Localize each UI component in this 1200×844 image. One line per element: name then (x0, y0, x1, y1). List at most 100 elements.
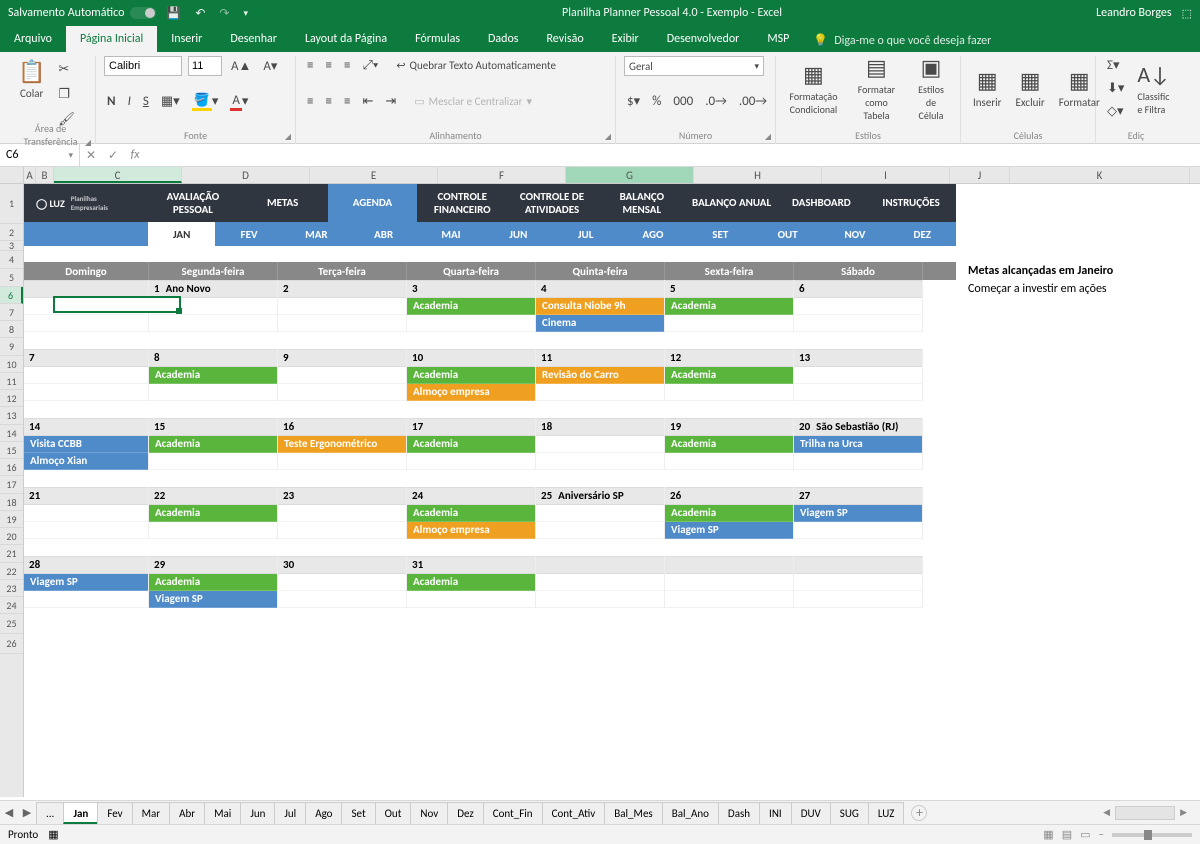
menu-developer[interactable]: Desenvolvedor (653, 26, 754, 52)
month-nov[interactable]: NOV (821, 222, 888, 246)
enter-formula-icon[interactable]: ✓ (102, 148, 124, 163)
day-cell[interactable] (24, 280, 149, 332)
delete-cells-button[interactable]: ▦Excluir (1012, 65, 1049, 111)
sheet-tab-jan[interactable]: Jan (63, 802, 98, 824)
day-cell[interactable]: 29AcademiaViagem SP (149, 556, 278, 608)
day-cell[interactable]: 1Ano Novo (149, 280, 278, 332)
tab-scroll-right-icon[interactable]: ▶ (18, 806, 36, 819)
event[interactable]: Academia (665, 298, 793, 315)
orientation-icon[interactable]: ⤢▾ (359, 56, 381, 75)
save-icon[interactable]: 💾 (166, 6, 181, 21)
sheet-tab-bal_mes[interactable]: Bal_Mes (604, 802, 662, 824)
formula-input[interactable] (146, 146, 1200, 164)
month-dez[interactable]: DEZ (889, 222, 956, 246)
border-button[interactable]: ▦▾ (158, 92, 183, 111)
day-cell[interactable] (536, 556, 665, 608)
event[interactable]: Viagem SP (794, 505, 922, 522)
nav-dashboard[interactable]: DASHBOARD (776, 184, 866, 222)
align-bottom-icon[interactable]: ≡ (341, 56, 353, 75)
row-header-6[interactable]: 6 (0, 287, 23, 304)
align-top-icon[interactable]: ≡ (304, 56, 316, 75)
row-header-17[interactable]: 17 (0, 476, 23, 494)
day-cell[interactable]: 30 (278, 556, 407, 608)
day-cell[interactable]: 11Revisão do Carro (536, 349, 665, 401)
row-header-1[interactable]: 1 (0, 184, 23, 224)
row-header-21[interactable]: 21 (0, 545, 23, 563)
zoom-slider[interactable] (1112, 833, 1192, 837)
row-header-11[interactable]: 11 (0, 373, 23, 390)
hscroll-right-icon[interactable]: ▶ (1177, 807, 1190, 818)
bold-button[interactable]: N (104, 92, 119, 111)
sheet-tab-dash[interactable]: Dash (718, 802, 760, 824)
ribbon-display-icon[interactable]: ⬚ (1182, 7, 1192, 20)
conditional-formatting-button[interactable]: ▦Formatação Condicional (784, 59, 843, 118)
month-set[interactable]: SET (687, 222, 754, 246)
month-fev[interactable]: FEV (215, 222, 282, 246)
nav-avaliação-pessoal[interactable]: AVALIAÇÃO PESSOAL (148, 184, 238, 222)
row-header-9[interactable]: 9 (0, 338, 23, 356)
hscroll-track[interactable] (1115, 806, 1175, 820)
row-header-16[interactable]: 16 (0, 459, 23, 476)
clear-icon[interactable]: ◇▾ (1104, 102, 1127, 121)
event[interactable]: Academia (407, 367, 535, 384)
nav-controle-de-atividades[interactable]: CONTROLE DE ATIVIDADES (507, 184, 597, 222)
menu-file[interactable]: Arquivo (0, 26, 66, 52)
menu-view[interactable]: Exibir (598, 26, 653, 52)
format-as-table-button[interactable]: ▤Formatar como Tabela (849, 52, 904, 124)
day-cell[interactable]: 28Viagem SP (24, 556, 149, 608)
row-header-24[interactable]: 24 (0, 597, 23, 614)
day-cell[interactable]: 25Aniversário SP (536, 487, 665, 539)
row-header-4[interactable]: 4 (0, 251, 23, 269)
view-page-layout-icon[interactable]: ▤ (1062, 828, 1072, 841)
day-cell[interactable]: 4Consulta Niobe 9hCinema (536, 280, 665, 332)
event[interactable]: Academia (665, 505, 793, 522)
redo-icon[interactable]: ↷ (219, 6, 229, 21)
clipboard-dialog-icon[interactable]: ◢ (85, 138, 91, 148)
day-cell[interactable]: 5Academia (665, 280, 794, 332)
font-size-input[interactable] (188, 56, 222, 76)
row-header-20[interactable]: 20 (0, 528, 23, 545)
day-cell[interactable]: 3Academia (407, 280, 536, 332)
sheet-tab-jun[interactable]: Jun (240, 802, 275, 824)
sheet-tab-ago[interactable]: Ago (305, 802, 342, 824)
align-left-icon[interactable]: ≡ (304, 92, 316, 111)
view-page-break-icon[interactable]: ▭ (1080, 828, 1090, 841)
day-cell[interactable]: 22Academia (149, 487, 278, 539)
fill-icon[interactable]: ⬇▾ (1104, 79, 1127, 98)
nav-controle-financeiro[interactable]: CONTROLE FINANCEIRO (417, 184, 507, 222)
sheet-tab-cont_fin[interactable]: Cont_Fin (483, 802, 543, 824)
macro-record-icon[interactable]: ▦ (48, 828, 58, 841)
sheet-tab-...[interactable]: ... (36, 802, 64, 824)
day-cell[interactable]: 23 (278, 487, 407, 539)
col-header-J[interactable]: J (950, 167, 1010, 183)
increase-font-icon[interactable]: A▲ (228, 56, 254, 76)
add-sheet-button[interactable]: + (911, 805, 927, 821)
col-header-K[interactable]: K (1010, 167, 1190, 183)
cut-icon[interactable]: ✂ (55, 60, 78, 79)
event[interactable]: Academia (149, 574, 277, 591)
percent-icon[interactable]: % (649, 92, 664, 111)
event[interactable]: Teste Ergonométrico (278, 436, 406, 453)
month-mai[interactable]: MAI (417, 222, 484, 246)
row-header-10[interactable]: 10 (0, 356, 23, 373)
menu-home[interactable]: Página Inicial (66, 26, 157, 52)
event[interactable]: Cinema (536, 315, 664, 332)
event[interactable]: Academia (407, 574, 535, 591)
day-cell[interactable]: 12Academia (665, 349, 794, 401)
month-abr[interactable]: ABR (350, 222, 417, 246)
row-header-14[interactable]: 14 (0, 425, 23, 442)
nav-instruções[interactable]: INSTRUÇÕES (866, 184, 956, 222)
nav-agenda[interactable]: AGENDA (328, 184, 418, 222)
menu-msp[interactable]: MSP (753, 26, 803, 52)
underline-button[interactable]: S (140, 92, 152, 111)
increase-indent-icon[interactable]: ⇥ (382, 92, 399, 111)
event[interactable]: Viagem SP (24, 574, 148, 591)
event[interactable]: Academia (149, 436, 277, 453)
undo-icon[interactable]: ↶ (195, 6, 205, 21)
day-cell[interactable]: 20São Sebastião (RJ)Trilha na Urca (794, 418, 923, 470)
day-cell[interactable]: 2 (278, 280, 407, 332)
nav-metas[interactable]: METAS (238, 184, 328, 222)
row-header-22[interactable]: 22 (0, 563, 23, 580)
row-header-25[interactable]: 25 (0, 614, 23, 634)
event[interactable]: Academia (407, 505, 535, 522)
